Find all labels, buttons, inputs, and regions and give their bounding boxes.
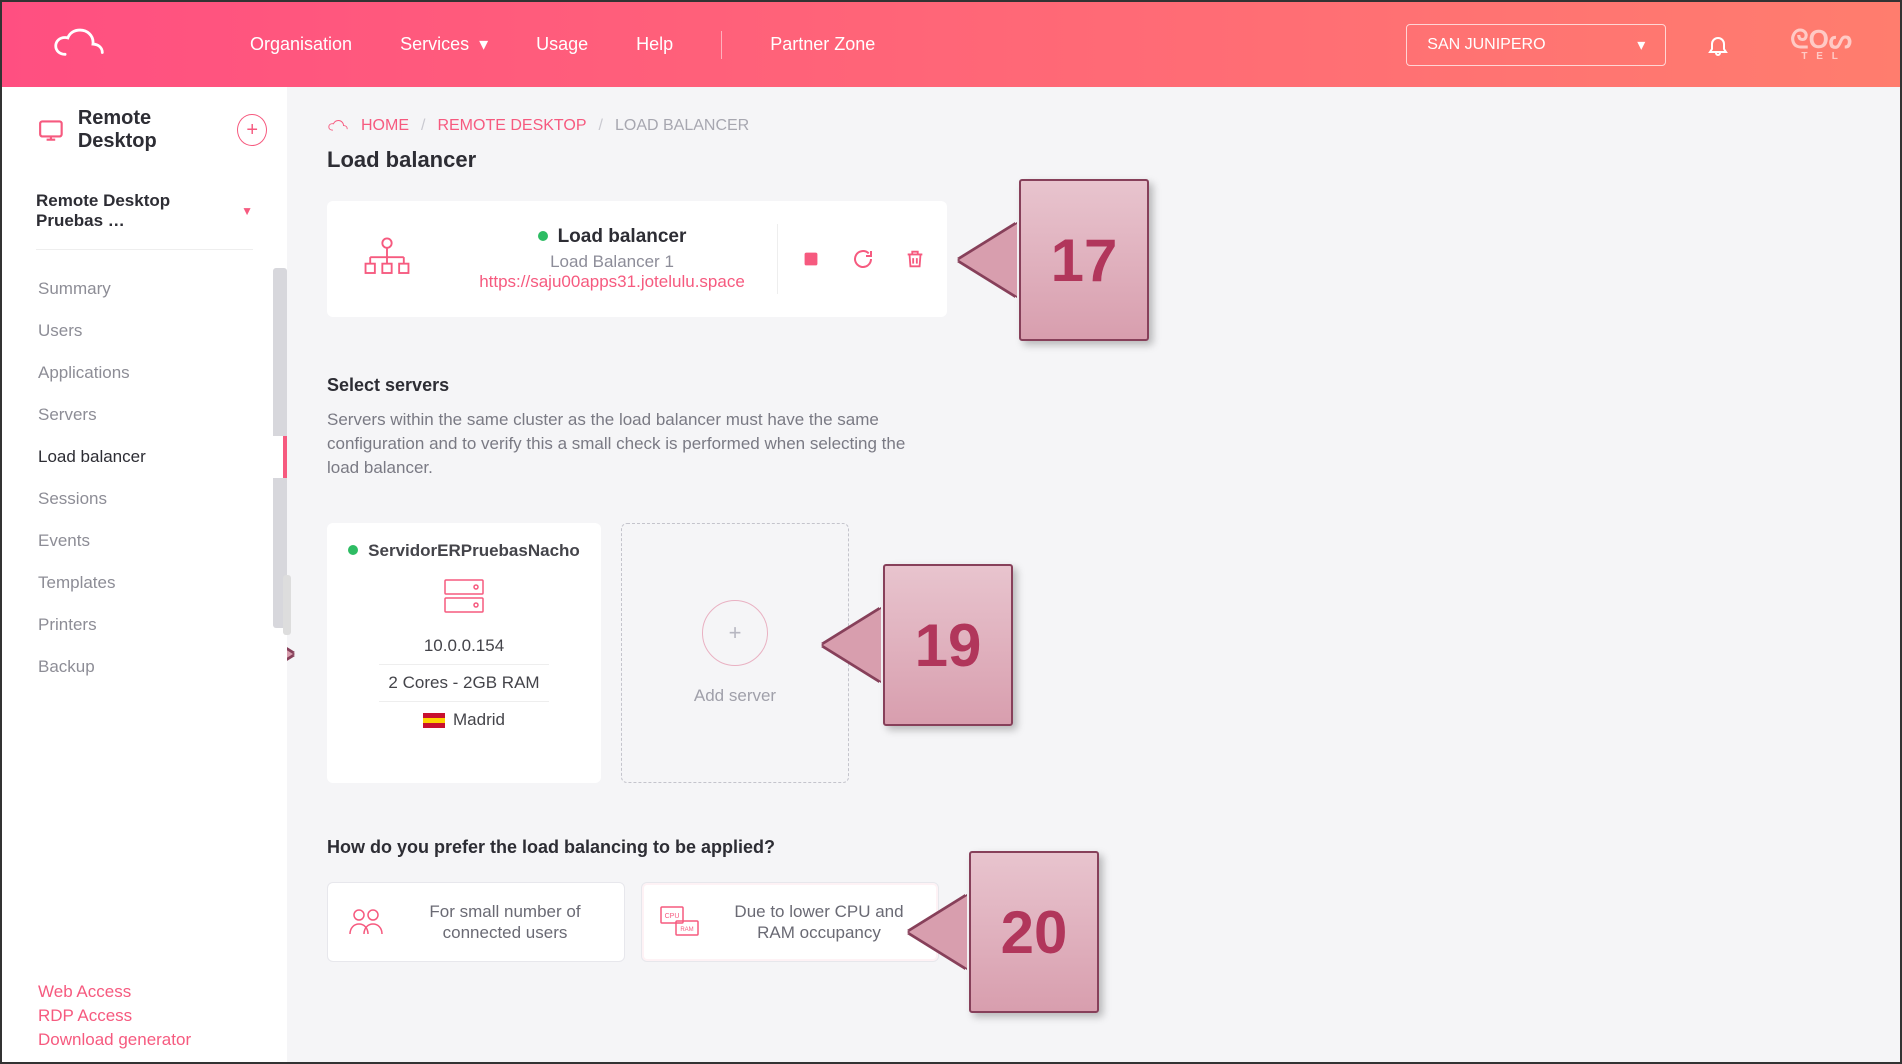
status-dot-icon — [348, 545, 358, 555]
callout-17-label: 17 — [1051, 226, 1118, 295]
sidebar-subscription-label: Remote Desktop Pruebas … — [36, 191, 241, 231]
link-web-access[interactable]: Web Access — [38, 980, 251, 1004]
balancing-option-users-label: For small number of connected users — [402, 901, 608, 944]
server-card[interactable]: ServidorERPruebasNacho 10.0.0.154 2 Core… — [327, 523, 601, 783]
sidebar-header: Remote Desktop + — [2, 107, 287, 171]
sidebar-item-events[interactable]: Events — [2, 520, 287, 562]
server-spec: 2 Cores - 2GB RAM — [388, 673, 539, 693]
svg-text:RAM: RAM — [680, 927, 693, 933]
callout-20: 20 — [969, 851, 1099, 1013]
chevron-down-icon: ▾ — [1637, 35, 1645, 55]
status-dot-icon — [538, 231, 548, 241]
sidebar-item-applications[interactable]: Applications — [2, 352, 287, 394]
callout-19: 19 — [883, 564, 1013, 726]
sidebar: Remote Desktop + Remote Desktop Pruebas … — [2, 87, 287, 1062]
link-download-generator[interactable]: Download generator — [38, 1028, 251, 1052]
sidebar-quick-links: Web Access RDP Access Download generator — [2, 974, 287, 1052]
callout-19-label: 19 — [915, 611, 982, 680]
sidebar-item-backup[interactable]: Backup — [2, 646, 287, 688]
balancing-option-cpu-ram[interactable]: CPU RAM Due to lower CPU and RAM occupanc… — [641, 882, 939, 962]
sidebar-item-printers[interactable]: Printers — [2, 604, 287, 646]
add-desktop-button[interactable]: + — [237, 114, 267, 146]
load-balancer-title: Load balancer — [558, 226, 687, 247]
load-balancer-icon — [327, 235, 447, 283]
main-content: HOME / REMOTE DESKTOP / LOAD BALANCER Lo… — [287, 87, 1900, 1062]
sidebar-item-load-balancer[interactable]: Load balancer — [2, 436, 287, 478]
nav-services-label: Services — [400, 34, 469, 54]
notifications-button[interactable] — [1706, 33, 1730, 57]
server-ip: 10.0.0.154 — [424, 636, 504, 656]
server-name: ServidorERPruebasNacho — [368, 541, 580, 560]
load-balancer-info: Load balancer Load Balancer 1 https://sa… — [447, 226, 777, 292]
load-balancer-card: Load balancer Load Balancer 1 https://sa… — [327, 201, 947, 317]
sidebar-title: Remote Desktop — [78, 107, 224, 153]
load-balancer-actions — [777, 224, 947, 294]
load-balancer-url[interactable]: https://saju00apps31.jotelulu.space — [479, 272, 745, 291]
delete-button[interactable] — [901, 245, 929, 273]
flag-spain-icon — [423, 713, 445, 728]
link-rdp-access[interactable]: RDP Access — [38, 1004, 251, 1028]
main-nav: Organisation Services ▾ Usage Help Partn… — [250, 31, 875, 59]
divider — [379, 701, 549, 702]
cpu-ram-icon: CPU RAM — [658, 902, 702, 942]
sidebar-item-sessions[interactable]: Sessions — [2, 478, 287, 520]
page-title: Load balancer — [327, 147, 1860, 173]
svg-text:CPU: CPU — [665, 913, 680, 920]
breadcrumb-sep: / — [599, 117, 603, 135]
chevron-down-icon: ▼ — [241, 204, 253, 218]
sidebar-subscription-dropdown[interactable]: Remote Desktop Pruebas … ▼ — [36, 191, 253, 249]
plus-icon: + — [702, 600, 768, 666]
server-location: Madrid — [453, 710, 505, 730]
breadcrumb-sep: / — [421, 117, 425, 135]
add-server-label: Add server — [694, 686, 776, 706]
balancing-option-users[interactable]: For small number of connected users — [327, 882, 625, 962]
breadcrumb-home[interactable]: HOME — [361, 117, 409, 135]
users-icon — [344, 902, 388, 942]
stop-button[interactable] — [797, 245, 825, 273]
select-servers-heading: Select servers — [327, 375, 1860, 396]
app-header: Organisation Services ▾ Usage Help Partn… — [2, 2, 1900, 87]
secondary-logo: ᘓOᔕT E L — [1790, 28, 1852, 60]
add-server-button[interactable]: + Add server — [621, 523, 849, 783]
callout-20-label: 20 — [1001, 898, 1068, 967]
nav-usage[interactable]: Usage — [536, 34, 588, 55]
nav-services[interactable]: Services ▾ — [400, 34, 488, 55]
logo-icon — [50, 25, 110, 65]
sidebar-item-users[interactable]: Users — [2, 310, 287, 352]
refresh-button[interactable] — [849, 245, 877, 273]
organisation-dropdown[interactable]: SAN JUNIPERO ▾ — [1406, 24, 1666, 66]
sidebar-items: Summary Users Applications Servers Load … — [2, 268, 287, 974]
select-servers-description: Servers within the same cluster as the l… — [327, 408, 937, 479]
sidebar-item-templates[interactable]: Templates — [2, 562, 287, 604]
sidebar-item-servers[interactable]: Servers — [2, 394, 287, 436]
callout-17: 17 — [1019, 179, 1149, 341]
servers-row: ServidorERPruebasNacho 10.0.0.154 2 Core… — [327, 523, 1860, 783]
nav-divider — [721, 31, 722, 59]
breadcrumb-remote-desktop[interactable]: REMOTE DESKTOP — [437, 117, 586, 135]
nav-help[interactable]: Help — [636, 34, 673, 55]
load-balancer-name: Load Balancer 1 — [447, 252, 777, 272]
divider — [36, 249, 253, 250]
nav-partner-zone[interactable]: Partner Zone — [770, 34, 875, 55]
sidebar-item-summary[interactable]: Summary — [2, 268, 287, 310]
nav-organisation[interactable]: Organisation — [250, 34, 352, 55]
organisation-selected: SAN JUNIPERO — [1427, 36, 1545, 54]
balancing-option-cpu-ram-label: Due to lower CPU and RAM occupancy — [716, 901, 922, 944]
breadcrumb: HOME / REMOTE DESKTOP / LOAD BALANCER — [327, 115, 1860, 137]
divider — [379, 664, 549, 665]
breadcrumb-current: LOAD BALANCER — [615, 117, 749, 135]
server-icon — [439, 575, 489, 622]
